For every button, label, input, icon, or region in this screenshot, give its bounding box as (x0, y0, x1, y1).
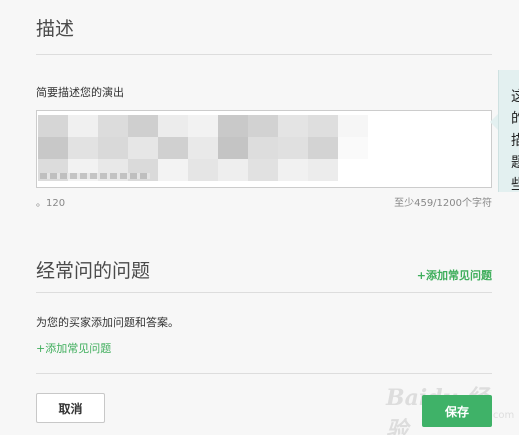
mosaic-cell (278, 137, 308, 159)
char-count-left: 。120 (36, 198, 66, 209)
mosaic-cell (158, 137, 188, 159)
mosaic-cell (98, 115, 128, 137)
mosaic-cell (68, 115, 98, 137)
mosaic-cell (338, 115, 368, 137)
tip-pointer (490, 114, 498, 130)
faq-divider (36, 292, 492, 293)
mosaic-cell (308, 115, 338, 137)
gig-editor-page: 描述 简要描述您的演出 。120 至少459/1200个字符 经常问的问题 +添… (0, 0, 519, 435)
mosaic-cell (158, 115, 188, 137)
mosaic-cell (98, 137, 128, 159)
description-textarea[interactable] (36, 110, 492, 188)
mosaic-cell (38, 137, 68, 159)
mosaic-cell (308, 159, 338, 181)
char-count-requirement: 至少459/1200个字符 (394, 198, 492, 209)
mosaic-cell (278, 159, 308, 181)
faq-helper-text: 为您的买家添加问题和答案。 (36, 316, 179, 329)
pixelated-text-line (40, 173, 150, 179)
cancel-button[interactable]: 取消 (36, 393, 105, 423)
save-button[interactable]: 保存 (422, 395, 492, 427)
mosaic-cell (308, 137, 338, 159)
side-tip-text: 这 的 描 题 些 (511, 89, 519, 193)
mosaic-cell (248, 115, 278, 137)
mosaic-cell (218, 115, 248, 137)
add-faq-link-bottom[interactable]: +添加常见问题 (36, 340, 111, 356)
mosaic-cell (128, 115, 158, 137)
mosaic-cell (188, 159, 218, 181)
mosaic-cell (128, 137, 158, 159)
description-divider (36, 54, 492, 55)
mosaic-cell (68, 137, 98, 159)
mosaic-cell (188, 137, 218, 159)
mosaic-cell (278, 115, 308, 137)
mosaic-cell (158, 159, 188, 181)
add-faq-link-top[interactable]: +添加常见问题 (417, 267, 492, 283)
faq-section-title: 经常问的问题 (36, 260, 151, 282)
mosaic-cell (188, 115, 218, 137)
mosaic-cell (338, 159, 368, 181)
mosaic-cell (218, 159, 248, 181)
description-section-title: 描述 (36, 18, 75, 40)
pixelated-text (38, 115, 378, 181)
mosaic-cell (248, 159, 278, 181)
mosaic-cell (248, 137, 278, 159)
mosaic-cell (338, 137, 368, 159)
mosaic-cell (38, 115, 68, 137)
mosaic-cell (218, 137, 248, 159)
description-prompt-label: 简要描述您的演出 (36, 86, 124, 99)
